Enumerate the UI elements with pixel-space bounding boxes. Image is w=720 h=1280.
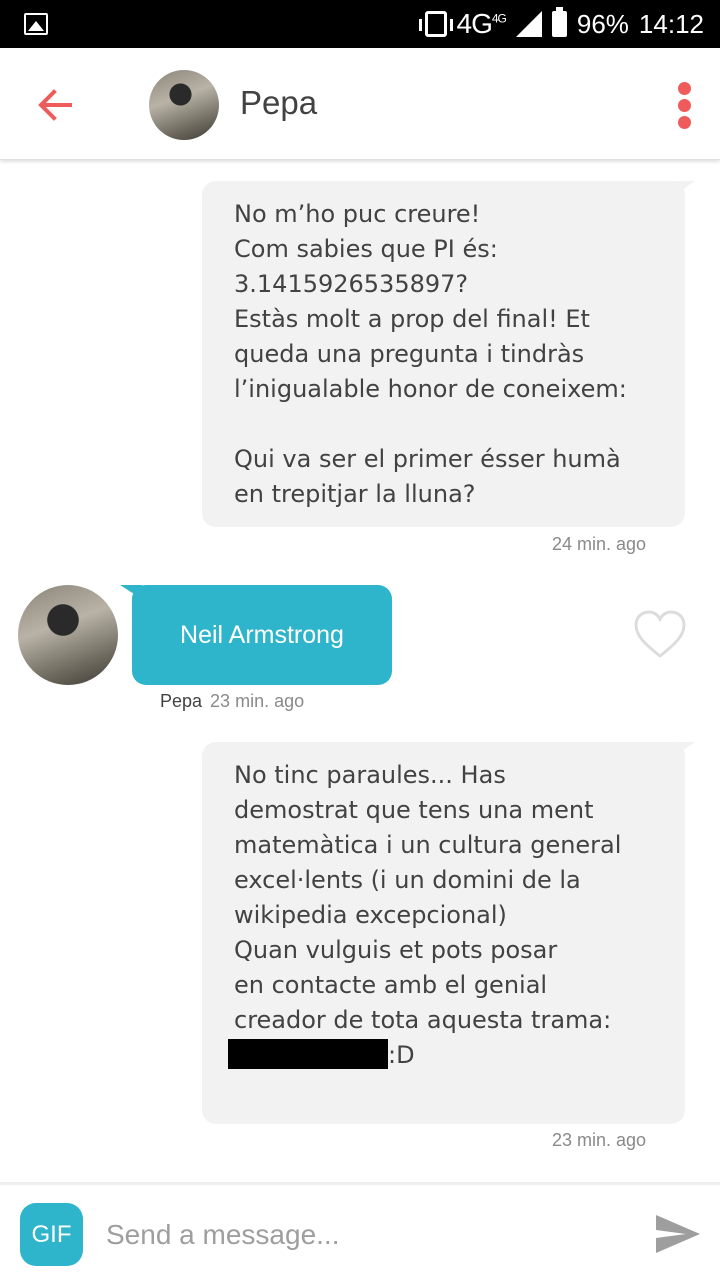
clock: 14:12	[638, 8, 704, 39]
message-timestamp: 23 min. ago	[552, 1130, 647, 1150]
signal-icon	[515, 11, 542, 37]
message-line: Qui va ser el primer ésser humà	[234, 445, 621, 473]
network-type: 4G	[456, 8, 493, 39]
message-line	[234, 407, 661, 442]
message-line: :D	[228, 1038, 661, 1073]
redacted-block	[228, 1039, 388, 1069]
network-indicator: 4G4G	[456, 8, 507, 40]
message-line: queda una pregunta i tindràs	[234, 340, 585, 368]
incoming-message: Neil Armstrong	[120, 585, 392, 685]
status-icons: 4G4G 96% 14:12	[418, 0, 704, 48]
vibrate-icon	[418, 11, 453, 37]
message-timestamp: 24 min. ago	[552, 534, 647, 554]
sender-name: Pepa	[160, 691, 203, 711]
heart-icon	[634, 610, 686, 658]
message-line: wikipedia excepcional)	[234, 901, 507, 929]
chat-header: Pepa	[0, 48, 720, 160]
message-composer: GIF	[0, 1182, 720, 1280]
send-button[interactable]	[654, 1211, 702, 1257]
message-line: l’inigualable honor de coneixem:	[234, 375, 627, 403]
battery-percent: 96%	[576, 8, 629, 39]
sender-avatar[interactable]	[18, 585, 118, 685]
outgoing-message: No tinc paraules... Has demostrat que te…	[202, 742, 695, 1124]
gif-button[interactable]: GIF	[20, 1203, 83, 1266]
message-line: creador de tota aquesta trama:	[234, 1006, 612, 1034]
message-line: 3.1415926535897?	[234, 270, 469, 298]
message-line: No m’ho puc creure!	[234, 200, 481, 228]
message-line: en trepitjar la lluna?	[234, 480, 476, 508]
network-type-small: 4G	[491, 11, 507, 26]
message-line: Estàs molt a prop del final! Et	[234, 305, 590, 333]
outgoing-message: No m’ho puc creure! Com sabies que PI és…	[202, 181, 695, 527]
message-line: matemàtica i un cultura general	[234, 831, 622, 859]
message-line: excel·lents (i un domini de la	[234, 866, 581, 894]
message-suffix: :D	[388, 1041, 415, 1069]
like-button[interactable]	[632, 608, 688, 660]
message-line: en contacte amb el genial	[234, 971, 548, 999]
send-icon	[656, 1215, 700, 1253]
contact-avatar[interactable]	[149, 70, 219, 140]
message-line: No tinc paraules... Has	[234, 761, 506, 789]
incoming-meta: Pepa 23 min. ago	[160, 691, 304, 712]
message-line: Quan vulguis et pots posar	[234, 936, 558, 964]
status-bar: 4G4G 96% 14:12	[0, 0, 720, 48]
message-timestamp: 23 min. ago	[210, 691, 305, 711]
back-button[interactable]	[30, 80, 80, 130]
gallery-icon	[24, 13, 48, 35]
message-line: Com sabies que PI és:	[234, 235, 498, 263]
message-line: demostrat que tens una ment	[234, 796, 594, 824]
message-text: Neil Armstrong	[180, 620, 344, 649]
contact-name[interactable]: Pepa	[240, 84, 317, 122]
more-vert-icon	[672, 82, 696, 129]
more-options-button[interactable]	[672, 78, 696, 132]
back-arrow-icon	[38, 89, 72, 121]
battery-icon	[551, 7, 567, 37]
message-input[interactable]	[106, 1207, 626, 1263]
